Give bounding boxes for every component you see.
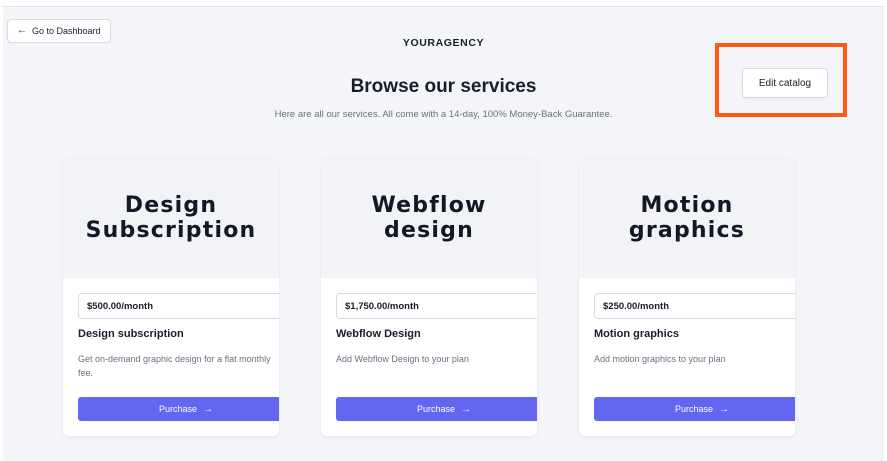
services-page: ← Go to Dashboard YOURAGENCY Browse our …	[3, 6, 884, 461]
purchase-button[interactable]: Purchase →	[78, 397, 279, 421]
price-select-value: $1,750.00/month	[345, 300, 419, 312]
card-hero: Design Subscription	[63, 157, 279, 278]
arrow-right-icon: →	[203, 403, 214, 415]
service-description: Get on-demand graphic design for a flat …	[78, 354, 271, 378]
purchase-button[interactable]: Purchase →	[594, 397, 795, 421]
service-name: Design subscription	[78, 328, 184, 340]
service-description: Add motion graphics to your plan	[594, 354, 726, 364]
chevron-down-icon: ⌄	[536, 302, 537, 311]
service-description: Add Webflow Design to your plan	[336, 354, 469, 364]
arrow-right-icon: →	[719, 403, 730, 415]
purchase-button[interactable]: Purchase →	[336, 397, 537, 421]
service-name: Motion graphics	[594, 328, 679, 340]
card-hero: Motion graphics	[579, 157, 795, 278]
price-select[interactable]: $500.00/month ⌄	[78, 293, 279, 319]
purchase-label: Purchase	[674, 404, 714, 414]
go-to-dashboard-label: Go to Dashboard	[32, 26, 101, 36]
purchase-label: Purchase	[416, 404, 456, 414]
service-card-webflow-design: Webflow design $1,750.00/month ⌄ Webflow…	[321, 157, 537, 436]
chevron-down-icon: ⌄	[278, 302, 279, 311]
price-select[interactable]: $250.00/month ⌄	[594, 293, 795, 319]
highlight-annotation	[715, 43, 847, 117]
service-card-design-subscription: Design Subscription $500.00/month ⌄ Desi…	[63, 157, 279, 436]
card-hero-title: Design Subscription	[85, 192, 257, 243]
price-select[interactable]: $1,750.00/month ⌄	[336, 293, 537, 319]
service-name: Webflow Design	[336, 328, 421, 340]
card-hero-title: Motion graphics	[628, 192, 746, 243]
arrow-left-icon: ←	[17, 25, 27, 36]
purchase-label: Purchase	[158, 404, 198, 414]
price-select-value: $500.00/month	[87, 300, 153, 312]
chevron-down-icon: ⌄	[794, 302, 795, 311]
card-hero: Webflow design	[321, 157, 537, 278]
service-card-motion-graphics: Motion graphics $250.00/month ⌄ Motion g…	[579, 157, 795, 436]
card-hero-title: Webflow design	[371, 192, 487, 243]
price-select-value: $250.00/month	[603, 300, 669, 312]
arrow-right-icon: →	[461, 403, 472, 415]
